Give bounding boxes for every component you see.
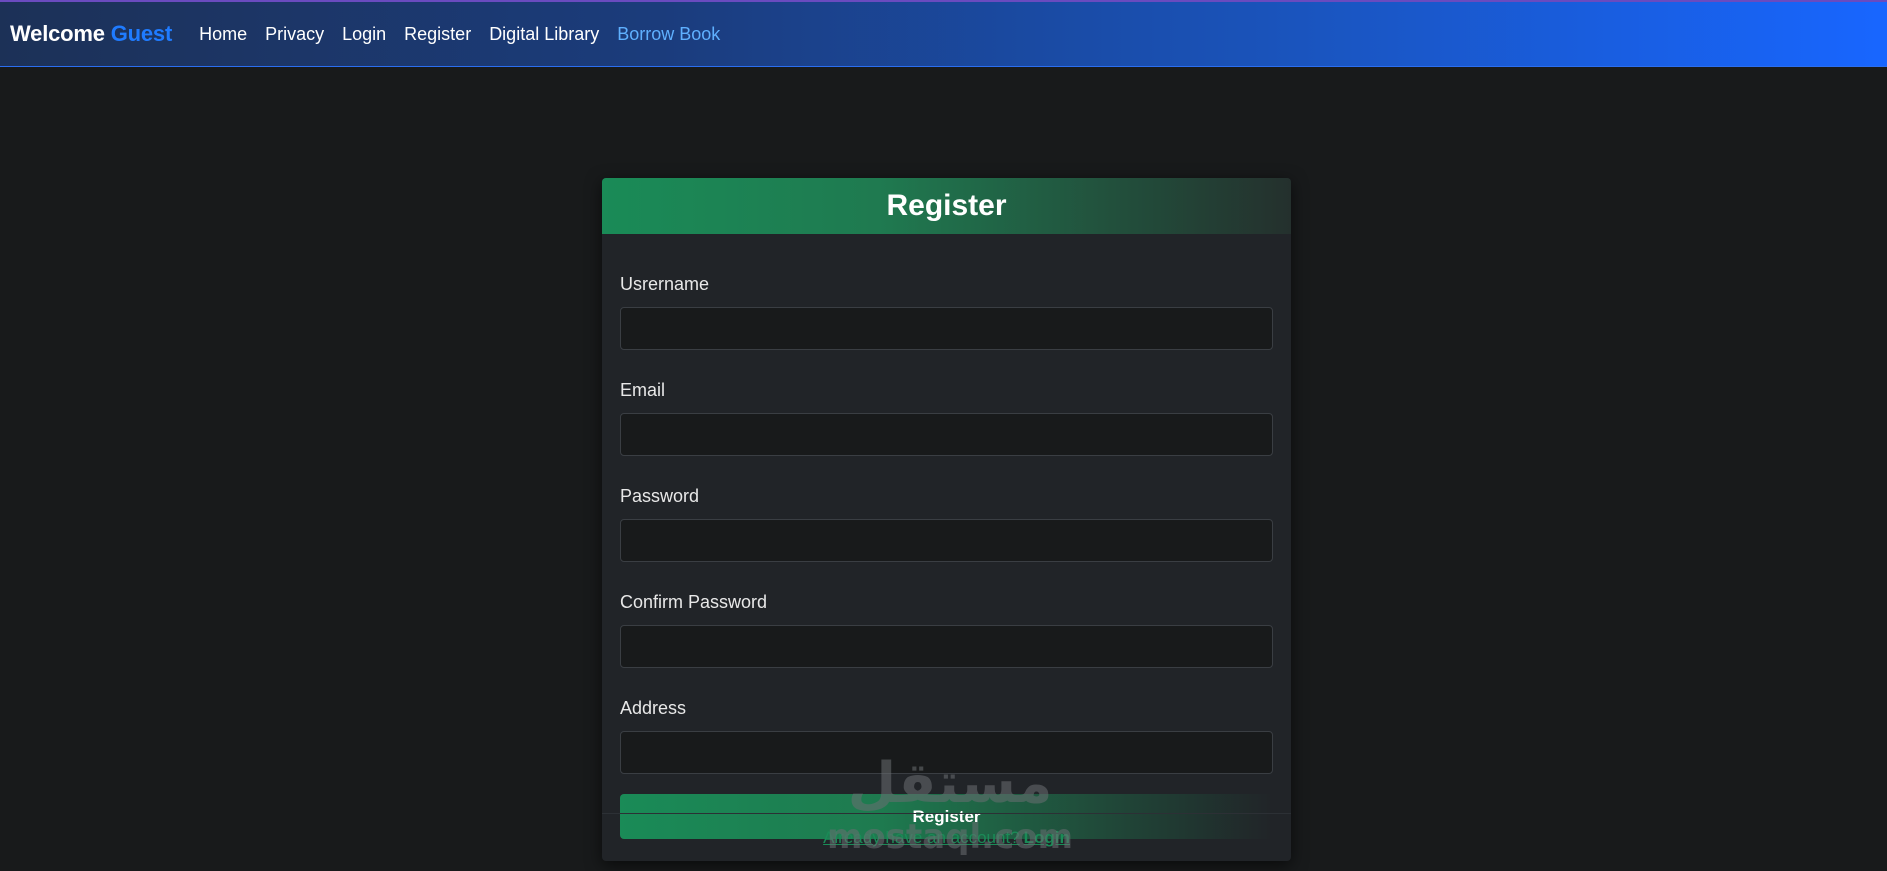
address-input[interactable] <box>620 731 1273 774</box>
nav-link-register[interactable]: Register <box>404 24 471 45</box>
card-header: Register <box>602 178 1291 234</box>
page-title: Register <box>886 189 1007 222</box>
password-input[interactable] <box>620 519 1273 562</box>
register-form: Usrername Email Password Confirm Passwor… <box>602 234 1291 839</box>
login-prompt-text: Already have an account? <box>823 827 1020 847</box>
nav-link-privacy[interactable]: Privacy <box>265 24 324 45</box>
brand-welcome[interactable]: Welcome Guest <box>10 21 172 47</box>
nav-link-borrow-book[interactable]: Borrow Book <box>617 24 720 45</box>
register-card: Register Usrername Email Password Confir… <box>602 178 1291 861</box>
login-link[interactable]: Login <box>1024 828 1070 848</box>
brand-username: Guest <box>110 21 173 46</box>
nav-link-login[interactable]: Login <box>342 24 386 45</box>
email-label: Email <box>620 380 666 400</box>
card-footer: Already have an account? Login <box>602 813 1291 861</box>
confirm-password-input[interactable] <box>620 625 1273 668</box>
confirm-password-label: Confirm Password <box>620 592 768 612</box>
username-label: Usrername <box>620 274 710 294</box>
email-input[interactable] <box>620 413 1273 456</box>
brand-prefix: Welcome <box>10 21 105 46</box>
address-label: Address <box>620 698 687 718</box>
password-label: Password <box>620 486 700 506</box>
username-input[interactable] <box>620 307 1273 350</box>
top-navbar: Welcome Guest Home Privacy Login Registe… <box>0 0 1887 67</box>
nav-link-home[interactable]: Home <box>199 24 247 45</box>
nav-link-digital-library[interactable]: Digital Library <box>489 24 599 45</box>
